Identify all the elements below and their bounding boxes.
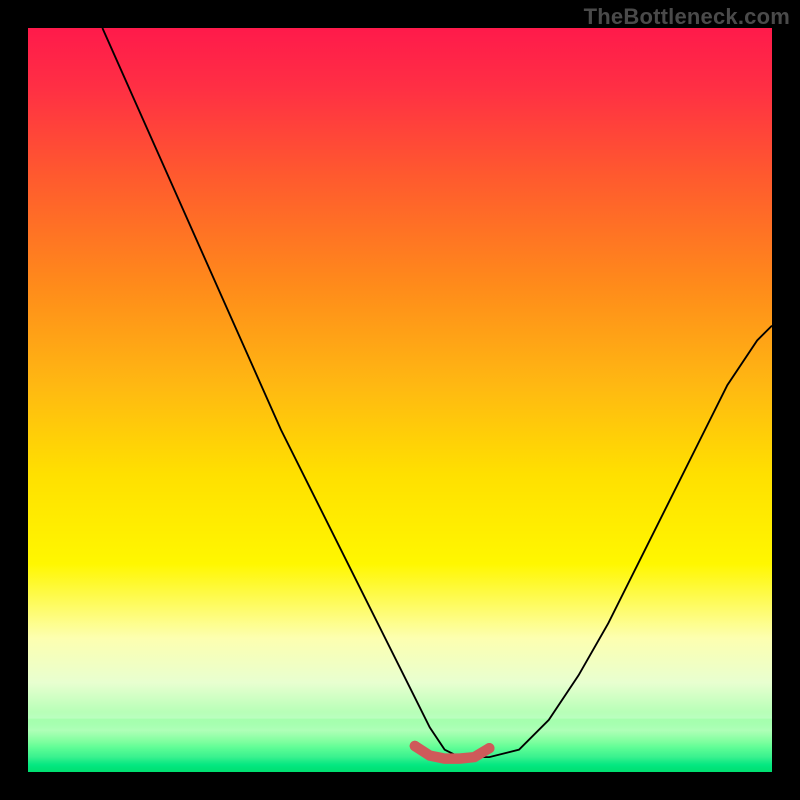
- minimum-band-start-dot: [410, 741, 420, 751]
- plot-area: [28, 28, 772, 772]
- minimum-band: [415, 746, 489, 759]
- curve-svg: [28, 28, 772, 772]
- minimum-band-end-dot: [484, 743, 494, 753]
- bottleneck-curve: [102, 28, 772, 757]
- watermark-text: TheBottleneck.com: [584, 4, 790, 30]
- chart-frame: TheBottleneck.com: [0, 0, 800, 800]
